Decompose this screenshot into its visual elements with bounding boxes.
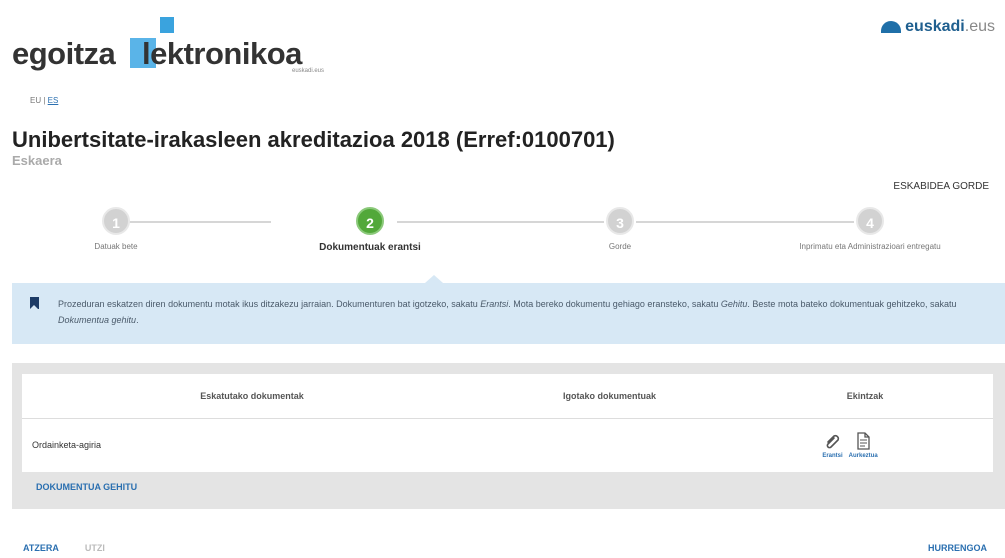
- step-label: Datuak bete: [94, 242, 138, 251]
- footer-left-nav: ATZERA UTZI: [23, 543, 105, 553]
- info-pointer: [425, 275, 443, 283]
- back-button[interactable]: ATZERA: [23, 543, 59, 553]
- step-label: Gorde: [608, 242, 632, 251]
- info-message: Prozeduran eskatzen diren dokumentu mota…: [12, 275, 1005, 344]
- column-header-required: Eskatutako dokumentak: [22, 374, 482, 419]
- step-label: Inprimatu eta Administrazioari entregatu: [799, 242, 941, 251]
- logo-text-part2: lektronikoa: [142, 36, 302, 71]
- language-current: EU: [30, 96, 42, 105]
- next-button[interactable]: HURRENGOA: [928, 543, 987, 553]
- euskadi-brand-link[interactable]: euskadi.eus: [881, 18, 995, 36]
- add-document-button[interactable]: DOKUMENTUA GEHITU: [36, 482, 995, 492]
- exit-button[interactable]: UTZI: [85, 543, 105, 553]
- step-label: Dokumentuak erantsi: [319, 242, 421, 253]
- submitted-label: Aurkeztua: [848, 453, 878, 460]
- euskadi-brand-text: euskadi.eus: [905, 18, 995, 35]
- page-title: Unibertsitate-irakasleen akreditazioa 20…: [12, 127, 615, 152]
- actions-cell: Erantsi Aurkeztua: [737, 418, 993, 472]
- logo-text-part1: egoitza: [12, 36, 116, 71]
- attach-button[interactable]: Erantsi: [822, 431, 843, 460]
- page-subtitle: Eskaera: [12, 153, 62, 168]
- documents-table: Eskatutako dokumentak Igotako dokumentua…: [22, 374, 993, 472]
- step-2: 2 Dokumentuak erantsi: [260, 205, 480, 253]
- step-3: 3 Gorde: [510, 205, 730, 251]
- euskadi-logo-icon: [881, 21, 902, 33]
- logo-accent-square: [160, 17, 174, 33]
- column-header-actions: Ekintzak: [737, 374, 993, 419]
- language-es-link[interactable]: ES: [48, 96, 59, 105]
- document-icon: [857, 432, 870, 450]
- step-number: 2: [356, 207, 384, 235]
- info-link-dokumentua-gehitu: Dokumentua gehitu: [58, 315, 137, 325]
- submitted-document-button[interactable]: Aurkeztua: [849, 431, 878, 459]
- step-4: 4 Inprimatu eta Administrazioari entrega…: [760, 205, 980, 251]
- table-header-row: Eskatutako dokumentak Igotako dokumentua…: [22, 374, 993, 419]
- step-number: 1: [102, 207, 130, 235]
- step-1: 1 Datuak bete: [6, 205, 226, 251]
- column-header-uploaded: Igotako dokumentuak: [482, 374, 737, 419]
- info-link-gehitu: Gehitu: [720, 299, 748, 309]
- paperclip-icon: [827, 435, 840, 449]
- step-number: 4: [856, 207, 884, 235]
- egoitza-logo[interactable]: egoitza lektronikoa euskadi.eus: [12, 14, 342, 74]
- document-name: Ordainketa-agiria: [32, 440, 102, 451]
- save-application-button[interactable]: ESKABIDEA GORDE: [893, 181, 989, 192]
- documents-panel: Eskatutako dokumentak Igotako dokumentua…: [12, 363, 1005, 509]
- bookmark-icon: [30, 297, 39, 309]
- uploaded-documents-cell: [482, 418, 737, 472]
- language-switcher: EU | ES: [30, 96, 59, 105]
- info-link-erantsi: Erantsi: [480, 299, 509, 309]
- table-row: Ordainketa-agiria Erantsi Aurkeztua: [22, 418, 993, 472]
- step-progress: 1 Datuak bete 2 Dokumentuak erantsi 3 Go…: [20, 205, 985, 265]
- attach-label: Erantsi: [822, 453, 843, 460]
- step-number: 3: [606, 207, 634, 235]
- logo-subtext: euskadi.eus: [292, 68, 325, 74]
